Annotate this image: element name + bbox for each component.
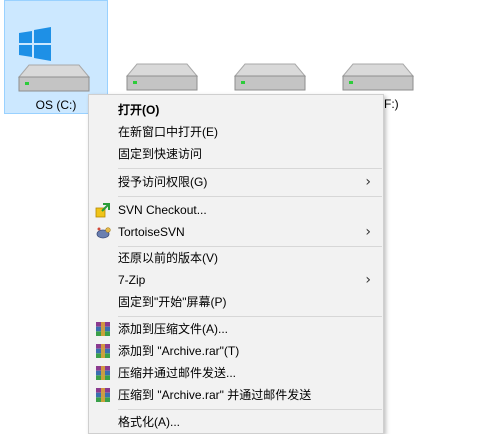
menu-item-add-to-archive[interactable]: 添加到压缩文件(A)... <box>89 318 383 340</box>
hard-drive-icon <box>125 63 199 91</box>
menu-item-pin-start[interactable]: 固定到"开始"屏幕(P) <box>89 291 383 313</box>
winrar-icon <box>96 388 110 402</box>
menu-item-compress-email[interactable]: 压缩并通过邮件发送... <box>89 362 383 384</box>
tortoise-svn-icon <box>96 227 111 239</box>
menu-item-svn-checkout[interactable]: SVN Checkout... <box>89 199 383 221</box>
hard-drive-icon <box>233 63 307 91</box>
menu-item-label: 压缩到 "Archive.rar" 并通过邮件发送 <box>118 388 312 402</box>
menu-separator <box>118 196 382 197</box>
winrar-icon <box>96 322 110 336</box>
menu-item-label: 固定到快速访问 <box>118 147 203 161</box>
hard-drive-icon <box>341 63 415 91</box>
menu-item-open-new-window[interactable]: 在新窗口中打开(E) <box>89 121 383 143</box>
winrar-icon <box>96 366 110 380</box>
menu-item-label: 7-Zip <box>118 273 146 287</box>
menu-separator <box>118 168 382 169</box>
menu-item-tortoise-svn[interactable]: TortoiseSVN › <box>89 221 383 243</box>
menu-item-format[interactable]: 格式化(A)... <box>89 411 383 433</box>
menu-item-label: 添加到 "Archive.rar"(T) <box>118 344 240 358</box>
drive-with-windows-logo-icon <box>17 27 91 92</box>
menu-item-label: 打开(O) <box>118 103 160 117</box>
menu-item-label: 还原以前的版本(V) <box>118 251 218 265</box>
drive-label: (F:) <box>380 97 399 111</box>
menu-item-label: 在新窗口中打开(E) <box>118 125 218 139</box>
menu-item-label: TortoiseSVN <box>118 225 185 239</box>
menu-item-label: SVN Checkout... <box>118 203 207 217</box>
menu-item-restore-previous[interactable]: 还原以前的版本(V) <box>89 247 383 269</box>
menu-item-label: 格式化(A)... <box>118 415 180 429</box>
context-menu: 打开(O) 在新窗口中打开(E) 固定到快速访问 授予访问权限(G) › SVN… <box>88 94 384 434</box>
menu-item-open[interactable]: 打开(O) <box>89 99 383 121</box>
menu-separator <box>118 316 382 317</box>
submenu-arrow-icon: › <box>365 224 371 240</box>
svn-checkout-icon <box>95 203 110 218</box>
winrar-icon <box>96 344 110 358</box>
menu-item-label: 授予访问权限(G) <box>118 175 208 189</box>
submenu-arrow-icon: › <box>365 174 371 190</box>
menu-item-compress-rar-email[interactable]: 压缩到 "Archive.rar" 并通过邮件发送 <box>89 384 383 406</box>
menu-item-add-to-archive-rar[interactable]: 添加到 "Archive.rar"(T) <box>89 340 383 362</box>
menu-item-7zip[interactable]: 7-Zip › <box>89 269 383 291</box>
submenu-arrow-icon: › <box>365 272 371 288</box>
menu-separator <box>118 409 382 410</box>
menu-item-pin-quick-access[interactable]: 固定到快速访问 <box>89 143 383 165</box>
menu-item-grant-access[interactable]: 授予访问权限(G) › <box>89 171 383 193</box>
menu-item-label: 添加到压缩文件(A)... <box>118 322 228 336</box>
menu-item-label: 压缩并通过邮件发送... <box>118 366 237 380</box>
menu-item-label: 固定到"开始"屏幕(P) <box>118 295 227 309</box>
